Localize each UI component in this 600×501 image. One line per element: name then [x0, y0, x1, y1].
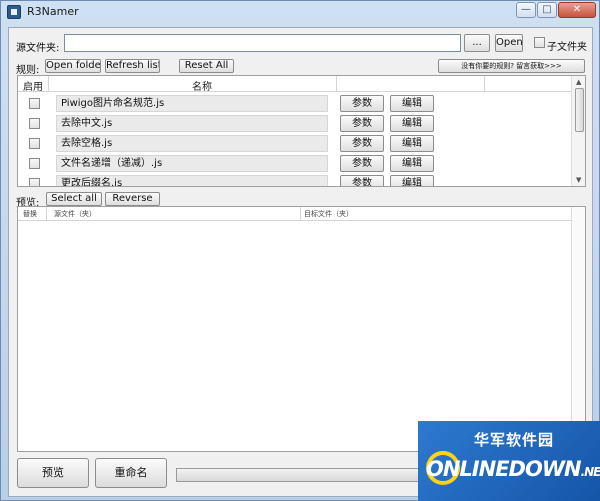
rule-enable-checkbox[interactable] [29, 178, 40, 186]
rule-edit-button[interactable]: 编辑 [390, 115, 434, 132]
reset-all-button[interactable]: Reset All [179, 59, 234, 73]
reverse-button[interactable]: Reverse [105, 192, 160, 206]
rule-row[interactable]: 文件名递增（递减）.js 参数 编辑 [18, 154, 571, 174]
rule-edit-button[interactable]: 编辑 [390, 95, 434, 112]
rule-params-button[interactable]: 参数 [340, 115, 384, 132]
rule-row[interactable]: 更改后缀名.js 参数 编辑 [18, 174, 571, 186]
rule-params-button[interactable]: 参数 [340, 135, 384, 152]
watermark-en-text: ONLINEDOWN.NET [426, 457, 600, 481]
rule-edit-button[interactable]: 编辑 [390, 135, 434, 152]
rule-params-button[interactable]: 参数 [340, 175, 384, 186]
column-divider [336, 76, 337, 92]
replace-column-header[interactable]: 替换 [23, 209, 37, 219]
rules-header: 启用 名称 [18, 76, 571, 93]
open-button[interactable]: Open [495, 34, 523, 52]
progress-bar [176, 468, 426, 482]
watermark-suffix: .NET [580, 465, 600, 479]
enable-column-header[interactable]: 启用 [23, 78, 43, 93]
rule-name: 文件名递增（递减）.js [56, 155, 328, 172]
open-folder-button[interactable]: Open folder [45, 59, 101, 73]
app-icon [7, 5, 21, 19]
column-divider [484, 76, 485, 92]
get-more-rules-link[interactable]: 没有你要的规则? 留言获取>>> [438, 59, 585, 73]
rule-enable-checkbox[interactable] [29, 118, 40, 129]
onlinedown-watermark: 华军软件园 ONLINEDOWN.NET [418, 421, 600, 501]
title-bar[interactable]: R3Namer — □ ✕ [1, 1, 599, 23]
rule-params-button[interactable]: 参数 [340, 155, 384, 172]
rules-scrollbar[interactable]: ▲ ▼ [571, 76, 585, 186]
scroll-up-icon[interactable]: ▲ [576, 78, 581, 86]
scroll-down-icon[interactable]: ▼ [576, 176, 581, 184]
rule-row[interactable]: 去除中文.js 参数 编辑 [18, 114, 571, 134]
preview-button[interactable]: 预览 [17, 458, 89, 488]
preview-scrollbar[interactable] [571, 207, 585, 451]
source-folder-input[interactable] [64, 34, 461, 52]
rule-enable-checkbox[interactable] [29, 158, 40, 169]
scroll-thumb[interactable] [575, 88, 584, 132]
source-column-header[interactable]: 源文件（夹） [54, 209, 96, 219]
app-window: R3Namer — □ ✕ 源文件夹: ... Open 子文件夹 规则: Op… [0, 0, 600, 501]
rule-row[interactable]: Piwigo图片命名规范.js 参数 编辑 [18, 94, 571, 114]
target-column-header[interactable]: 目标文件（夹） [304, 209, 353, 219]
rule-enable-checkbox[interactable] [29, 138, 40, 149]
refresh-list-button[interactable]: Refresh list [105, 59, 160, 73]
rule-name: 去除中文.js [56, 115, 328, 132]
column-divider [300, 207, 301, 221]
rule-edit-button[interactable]: 编辑 [390, 155, 434, 172]
watermark-brand: ONLINEDOWN [426, 457, 582, 481]
rule-name: 更改后缀名.js [56, 175, 328, 186]
close-button[interactable]: ✕ [558, 2, 596, 18]
rule-edit-button[interactable]: 编辑 [390, 175, 434, 186]
subfolder-checkbox[interactable] [534, 37, 545, 48]
watermark-cn-text: 华军软件园 [474, 431, 555, 449]
rename-button[interactable]: 重命名 [95, 458, 167, 488]
preview-list[interactable]: 替换 源文件（夹） 目标文件（夹） [17, 206, 586, 452]
column-divider [48, 76, 49, 92]
rules-list: 启用 名称 Piwigo图片命名规范.js 参数 编辑 去除中文.js 参数 编… [17, 75, 586, 187]
rule-params-button[interactable]: 参数 [340, 95, 384, 112]
column-divider [46, 207, 47, 221]
rule-name: 去除空格.js [56, 135, 328, 152]
rule-enable-checkbox[interactable] [29, 98, 40, 109]
minimize-button[interactable]: — [516, 2, 536, 18]
subfolder-label: 子文件夹 [547, 42, 587, 53]
rule-name: Piwigo图片命名规范.js [56, 95, 328, 112]
maximize-button[interactable]: □ [537, 2, 557, 18]
select-all-button[interactable]: Select all [46, 192, 102, 206]
source-folder-label: 源文件夹: [16, 43, 60, 54]
preview-header: 替换 源文件（夹） 目标文件（夹） [18, 207, 571, 221]
browse-button[interactable]: ... [464, 34, 490, 52]
rule-row[interactable]: 去除空格.js 参数 编辑 [18, 134, 571, 154]
window-title: R3Namer [27, 5, 79, 18]
name-column-header[interactable]: 名称 [192, 78, 212, 93]
rules-label: 规则: [16, 65, 40, 76]
